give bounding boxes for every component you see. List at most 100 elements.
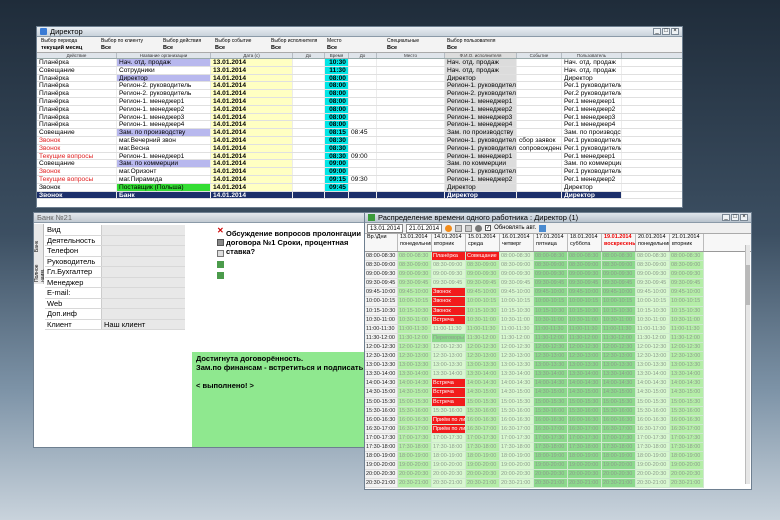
grid-cell[interactable]: 12:30-13:00 bbox=[602, 352, 636, 362]
grid-cell[interactable]: 10:30-11:00 bbox=[466, 315, 500, 325]
grid-event[interactable]: Совещание bbox=[466, 252, 500, 262]
grid-cell[interactable]: 17:00-17:30 bbox=[636, 433, 670, 443]
grid-cell[interactable]: 11:00-11:30 bbox=[636, 324, 670, 334]
filter-7[interactable]: Выбор пользователя Все bbox=[445, 37, 505, 52]
grid-cell[interactable]: 10:00-10:15 bbox=[500, 297, 534, 307]
filter-value[interactable]: Все bbox=[215, 45, 267, 51]
table-row[interactable]: Планёрка Регион-2. руководитель 14.01.2014… bbox=[37, 90, 682, 98]
grid-cell[interactable]: 11:00-11:30 bbox=[670, 324, 704, 334]
grid-cell[interactable]: 10:15-10:30 bbox=[568, 306, 602, 316]
grid-cell[interactable]: 13:00-13:30 bbox=[568, 361, 602, 371]
grid-cell[interactable]: 16:30-17:00 bbox=[602, 424, 636, 434]
grid-cell[interactable]: 19:00-20:00 bbox=[500, 461, 534, 471]
grid-cell[interactable]: 11:30-12:00 bbox=[670, 333, 704, 343]
print-icon[interactable] bbox=[465, 224, 473, 232]
grid-cell[interactable]: 16:30-17:00 bbox=[568, 424, 602, 434]
table-row[interactable]: Совещание Сотрудники 13.01.2014 11:30 Нач. о… bbox=[37, 66, 682, 75]
grid-cell[interactable]: 19:00-20:00 bbox=[670, 461, 704, 471]
grid-cell[interactable]: 12:30-13:00 bbox=[432, 352, 466, 362]
grid-event[interactable]: Приём по ли bbox=[432, 415, 466, 425]
grid-cell[interactable]: 16:00-16:30 bbox=[466, 415, 500, 425]
grid-cell[interactable]: 12:30-13:00 bbox=[534, 352, 568, 362]
grid-cell[interactable]: 09:30-09:45 bbox=[534, 279, 568, 289]
info-icon[interactable] bbox=[445, 224, 453, 232]
grid-cell[interactable]: 17:00-17:30 bbox=[602, 433, 636, 443]
grid-maximize-button[interactable]: □ bbox=[731, 214, 739, 221]
column-header[interactable]: До bbox=[293, 53, 325, 58]
grid-cell[interactable]: 16:00-16:30 bbox=[500, 415, 534, 425]
grid-cell[interactable]: 20:00-20:30 bbox=[534, 470, 568, 480]
table-row[interactable]: Планёрка Регион-1. менеджер2 14.01.2014 08:… bbox=[37, 105, 682, 114]
field-value[interactable] bbox=[101, 225, 185, 235]
grid-cell[interactable]: 17:30-18:00 bbox=[568, 442, 602, 453]
grid-column-header[interactable]: 15.01.2014 среда bbox=[466, 234, 500, 251]
grid-cell[interactable]: 20:00-20:30 bbox=[670, 470, 704, 480]
grid-cell[interactable]: 09:00-09:30 bbox=[670, 270, 704, 280]
grid-cell[interactable]: 20:30-21:00 bbox=[602, 479, 636, 489]
grid-cell[interactable]: 18:00-19:00 bbox=[398, 452, 432, 462]
column-header[interactable]: Ф.И.О. исполнителя bbox=[445, 53, 517, 58]
grid-column-header[interactable]: Вр.\Дни bbox=[365, 234, 398, 251]
grid-cell[interactable]: 11:00-11:30 bbox=[398, 324, 432, 334]
grid-cell[interactable]: 14:00-14:30 bbox=[602, 379, 636, 389]
grid-cell[interactable]: 14:00-14:30 bbox=[670, 379, 704, 389]
grid-cell[interactable]: 08:00-08:30 bbox=[534, 252, 568, 262]
director-titlebar[interactable]: Директор _ □ × bbox=[37, 27, 682, 37]
grid-event[interactable]: Встреча bbox=[432, 315, 466, 325]
grid-cell[interactable]: 10:30-11:00 bbox=[500, 315, 534, 325]
table-row[interactable]: Звонок маг.Весна 14.01.2014 08:30 Регион-1. … bbox=[37, 144, 682, 153]
grid-cell[interactable]: 10:30-11:00 bbox=[602, 315, 636, 325]
grid-cell[interactable]: 17:00-17:30 bbox=[466, 433, 500, 443]
grid-cell[interactable]: 13:00-13:30 bbox=[670, 361, 704, 371]
grid-event[interactable]: Планёрка bbox=[432, 252, 466, 262]
field-value[interactable] bbox=[101, 277, 185, 287]
field-value[interactable] bbox=[101, 309, 185, 319]
grid-cell[interactable]: 15:30-16:00 bbox=[670, 406, 704, 416]
grid-cell[interactable]: 09:00-09:30 bbox=[568, 270, 602, 280]
filter-6[interactable]: Специальные Все bbox=[385, 37, 445, 52]
filter-4[interactable]: Выбор исполнителя Все bbox=[269, 37, 325, 52]
grid-cell[interactable]: 12:30-13:00 bbox=[466, 352, 500, 362]
grid-cell[interactable]: 15:00-15:30 bbox=[636, 397, 670, 407]
grid-cell[interactable]: 20:30-21:00 bbox=[432, 479, 466, 489]
grid-cell[interactable]: 08:30-09:00 bbox=[466, 261, 500, 271]
grid-cell[interactable]: 12:00-12:30 bbox=[500, 342, 534, 353]
grid-cell[interactable]: 10:00-10:15 bbox=[602, 297, 636, 307]
grid-cell[interactable]: 16:30-17:00 bbox=[534, 424, 568, 434]
grid-cell[interactable]: 12:30-13:00 bbox=[636, 352, 670, 362]
grid-cell[interactable]: 18:00-19:00 bbox=[534, 452, 568, 462]
grid-cell[interactable]: 09:00-09:30 bbox=[534, 270, 568, 280]
grid-cell[interactable]: 13:00-13:30 bbox=[602, 361, 636, 371]
grid-cell[interactable]: 12:30-13:00 bbox=[500, 352, 534, 362]
grid-cell[interactable]: 08:30-09:00 bbox=[602, 261, 636, 271]
table-row[interactable]: Текущие вопросы маг.Пирамида 14.01.2014 09:… bbox=[37, 175, 682, 184]
grid-cell[interactable]: 17:30-18:00 bbox=[432, 442, 466, 453]
grid-cell[interactable]: 16:30-17:00 bbox=[398, 424, 432, 434]
grid-cell[interactable]: 19:00-20:00 bbox=[568, 461, 602, 471]
grid-cell[interactable]: 09:30-09:45 bbox=[602, 279, 636, 289]
grid-cell[interactable]: 15:00-15:30 bbox=[602, 397, 636, 407]
grid-cell[interactable]: 12:30-13:00 bbox=[568, 352, 602, 362]
grid-cell[interactable]: 15:00-15:30 bbox=[500, 397, 534, 407]
filter-value[interactable]: Все bbox=[327, 45, 383, 51]
grid-cell[interactable]: 10:00-10:15 bbox=[568, 297, 602, 307]
grid-cell[interactable]: 20:30-21:00 bbox=[670, 479, 704, 489]
grid-cell[interactable]: 10:15-10:30 bbox=[398, 306, 432, 316]
grid-cell[interactable]: 11:30-12:00 bbox=[602, 333, 636, 343]
grid-cell[interactable]: 10:15-10:30 bbox=[466, 306, 500, 316]
filter-value[interactable]: Все bbox=[271, 45, 323, 51]
grid-cell[interactable]: 11:30-12:00 bbox=[534, 333, 568, 343]
grid-cell[interactable]: 15:30-16:00 bbox=[500, 406, 534, 416]
grid-event[interactable]: Переговоры bbox=[432, 333, 466, 343]
grid-cell[interactable]: 18:00-19:00 bbox=[500, 452, 534, 462]
grid-cell[interactable]: 14:00-14:30 bbox=[466, 379, 500, 389]
grid-cell[interactable]: 08:30-09:00 bbox=[568, 261, 602, 271]
grid-cell[interactable]: 13:30-14:00 bbox=[568, 370, 602, 380]
grid-cell[interactable]: 12:00-12:30 bbox=[432, 342, 466, 353]
grid-cell[interactable]: 10:00-10:15 bbox=[670, 297, 704, 307]
grid-cell[interactable]: 09:30-09:45 bbox=[670, 279, 704, 289]
grid-cell[interactable]: 09:30-09:45 bbox=[466, 279, 500, 289]
grid-cell[interactable]: 13:00-13:30 bbox=[398, 361, 432, 371]
grid-cell[interactable]: 14:00-14:30 bbox=[636, 379, 670, 389]
grid-cell[interactable]: 15:00-15:30 bbox=[398, 397, 432, 407]
